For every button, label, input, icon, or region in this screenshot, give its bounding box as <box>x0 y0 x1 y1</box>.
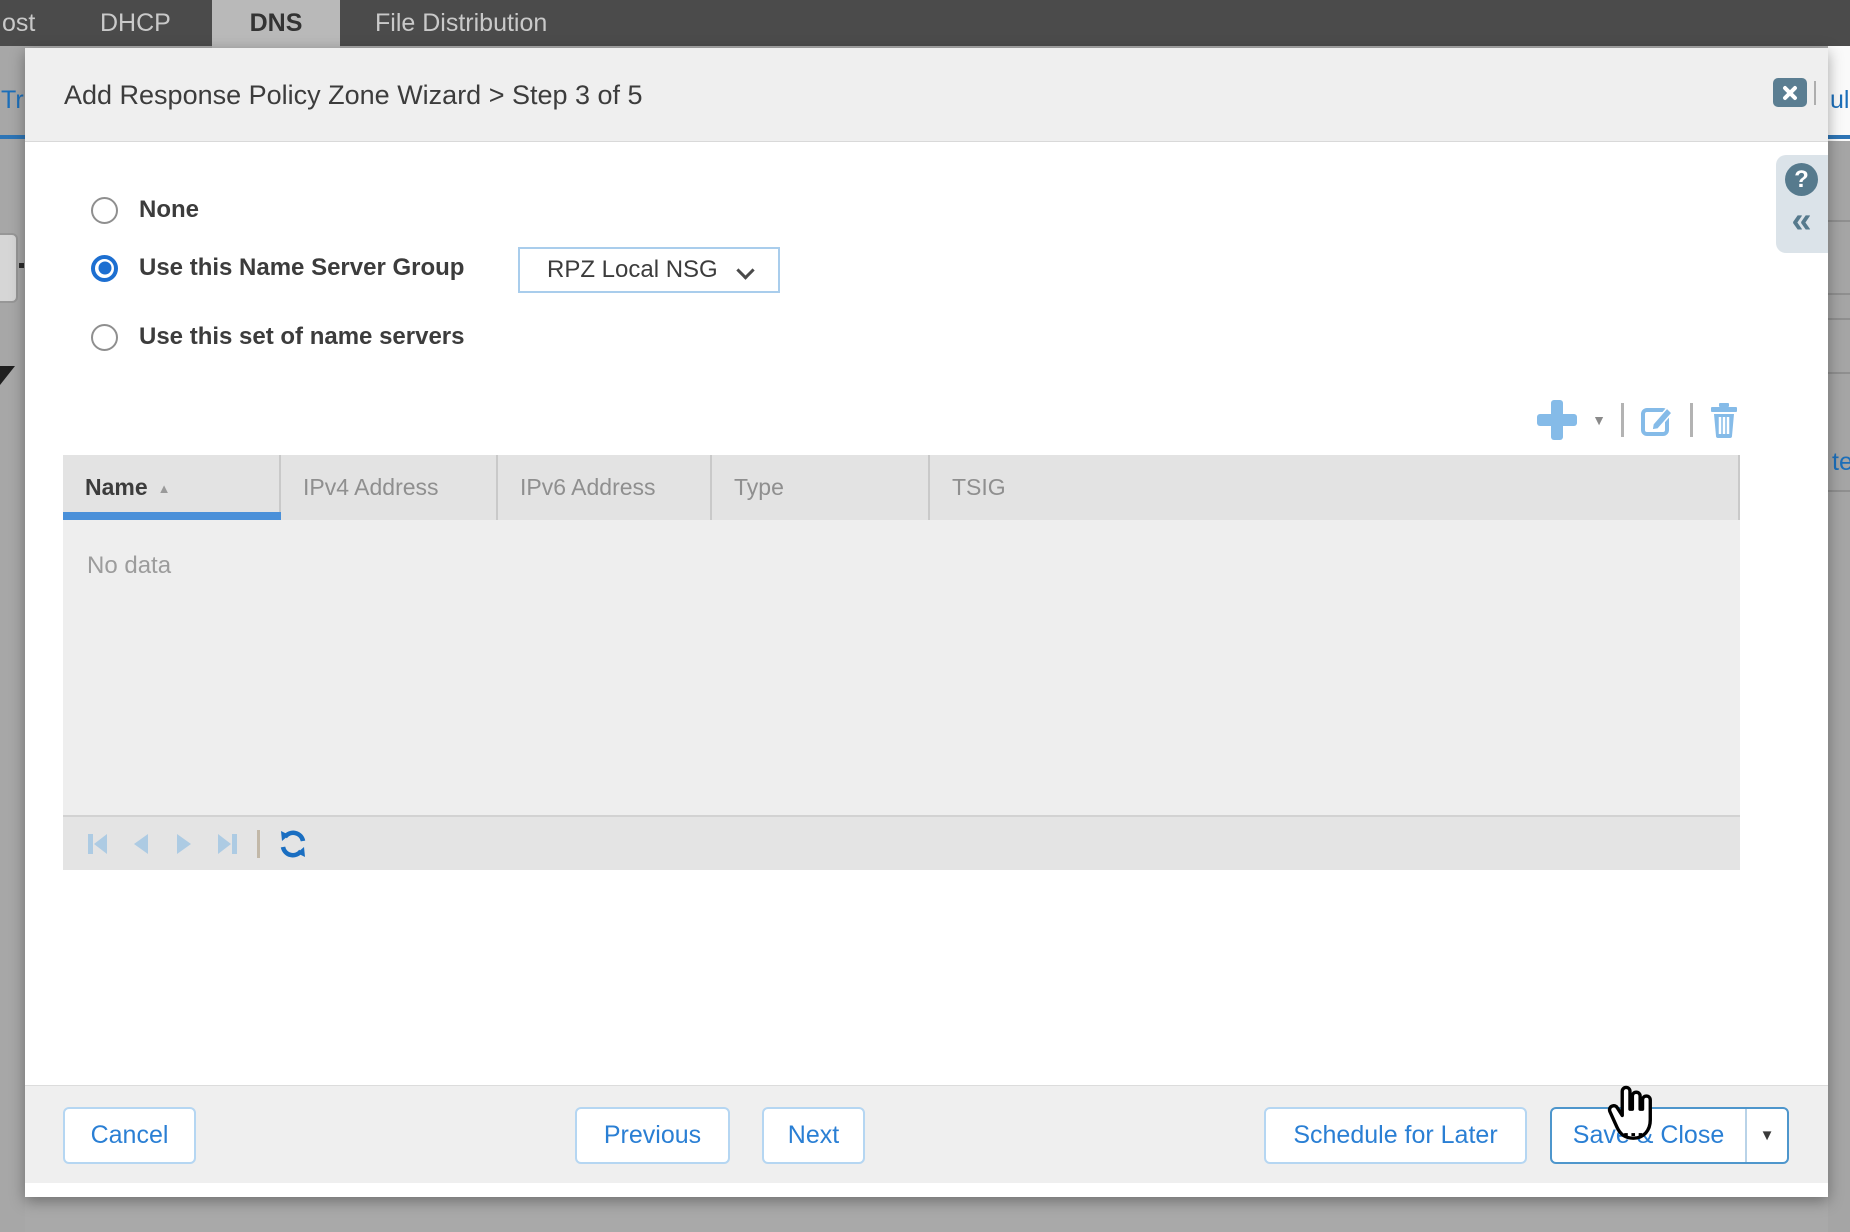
delete-icon[interactable] <box>1708 402 1740 438</box>
option-nsg-label: Use this Name Server Group <box>139 254 464 282</box>
next-page-icon[interactable] <box>171 831 197 857</box>
next-button[interactable]: Next <box>762 1107 865 1164</box>
backdrop-arrow-fragment <box>0 366 15 385</box>
dialog-title: Add Response Policy Zone Wizard > Step 3… <box>64 48 643 142</box>
column-header-name[interactable]: Name ▲ <box>63 455 281 520</box>
option-name-server-set[interactable]: Use this set of name servers <box>91 323 465 351</box>
backdrop-row-line <box>1828 220 1850 222</box>
toolbar-divider <box>1690 403 1693 437</box>
tab-dns-active[interactable]: DNS <box>212 0 340 50</box>
dialog-titlebar: Add Response Policy Zone Wizard > Step 3… <box>25 48 1828 142</box>
pager-divider <box>257 830 260 858</box>
backdrop-tab-fragment-left[interactable]: Tr <box>1 86 24 115</box>
backdrop-dot <box>19 263 24 268</box>
tab-host-fragment[interactable]: ost <box>2 9 35 38</box>
titlebar-divider <box>1814 81 1816 105</box>
toolbar-divider <box>1621 403 1624 437</box>
tab-dns-label: DNS <box>250 9 303 38</box>
backdrop-right-strip: ule te <box>1828 46 1850 1232</box>
tab-underline-right <box>1828 135 1850 139</box>
add-menu-caret-icon[interactable]: ▼ <box>1592 412 1606 428</box>
column-header-ipv4[interactable]: IPv4 Address <box>281 455 498 520</box>
previous-button[interactable]: Previous <box>575 1107 730 1164</box>
radio-none-icon[interactable] <box>91 197 118 224</box>
refresh-icon[interactable] <box>277 828 309 860</box>
backdrop-row-line <box>1828 490 1850 492</box>
column-header-tsig[interactable]: TSIG <box>930 455 1740 520</box>
chevron-down-icon <box>736 261 754 279</box>
radio-nsg-selected-icon[interactable] <box>91 255 118 282</box>
dialog-footer: Cancel Previous Next Schedule for Later … <box>25 1085 1828 1183</box>
name-servers-table: Name ▲ IPv4 Address IPv6 Address Type TSI… <box>63 455 1740 870</box>
nsg-select[interactable]: RPZ Local NSG <box>518 247 780 293</box>
tab-dhcp[interactable]: DHCP <box>100 9 171 38</box>
cancel-button[interactable]: Cancel <box>63 1107 196 1164</box>
table-pager <box>63 815 1740 870</box>
application-window: ost DHCP DNS File Distribution Tr ule te… <box>0 0 1850 1232</box>
option-name-server-group[interactable]: Use this Name Server Group <box>91 254 464 282</box>
first-page-icon[interactable] <box>85 831 111 857</box>
add-icon[interactable] <box>1537 400 1577 440</box>
nsg-select-value: RPZ Local NSG <box>547 256 718 284</box>
tab-file-distribution[interactable]: File Distribution <box>375 9 547 38</box>
table-header-row: Name ▲ IPv4 Address IPv6 Address Type TSI… <box>63 455 1740 520</box>
schedule-for-later-button[interactable]: Schedule for Later <box>1264 1107 1527 1164</box>
sort-asc-icon: ▲ <box>158 481 171 496</box>
backdrop-input-fragment <box>0 233 18 303</box>
sorted-column-indicator <box>63 512 281 520</box>
save-and-close-button[interactable]: Save & Close ▼ <box>1550 1107 1789 1164</box>
help-panel: ? « <box>1776 155 1828 253</box>
table-body: No data <box>63 520 1740 815</box>
backdrop-tab-fragment-right[interactable]: ule <box>1830 86 1850 115</box>
save-and-close-label: Save & Close <box>1552 1109 1745 1162</box>
backdrop-link-fragment[interactable]: te <box>1832 448 1850 477</box>
column-header-ipv6[interactable]: IPv6 Address <box>498 455 712 520</box>
last-page-icon[interactable] <box>214 831 240 857</box>
backdrop-row-line <box>1828 293 1850 295</box>
help-icon[interactable]: ? <box>1785 163 1818 196</box>
top-nav-bar: ost DHCP DNS File Distribution <box>0 0 1850 46</box>
backdrop-row-line <box>1828 372 1850 374</box>
previous-page-icon[interactable] <box>128 831 154 857</box>
backdrop-left-strip: Tr <box>0 46 25 1232</box>
column-header-type[interactable]: Type <box>712 455 930 520</box>
edit-icon[interactable] <box>1639 402 1675 438</box>
table-toolbar: ▼ <box>1537 397 1740 443</box>
tab-underline-left <box>0 135 25 139</box>
option-none[interactable]: None <box>91 196 199 224</box>
empty-table-message: No data <box>63 520 1740 580</box>
save-close-caret-icon[interactable]: ▼ <box>1747 1109 1787 1162</box>
radio-set-icon[interactable] <box>91 324 118 351</box>
close-icon[interactable] <box>1773 78 1807 107</box>
collapse-icon[interactable]: « <box>1785 199 1818 241</box>
option-none-label: None <box>139 196 199 224</box>
column-name-label: Name <box>85 474 148 500</box>
wizard-dialog: Add Response Policy Zone Wizard > Step 3… <box>25 48 1828 1197</box>
backdrop-row-line <box>1828 318 1850 320</box>
option-set-label: Use this set of name servers <box>139 323 465 351</box>
